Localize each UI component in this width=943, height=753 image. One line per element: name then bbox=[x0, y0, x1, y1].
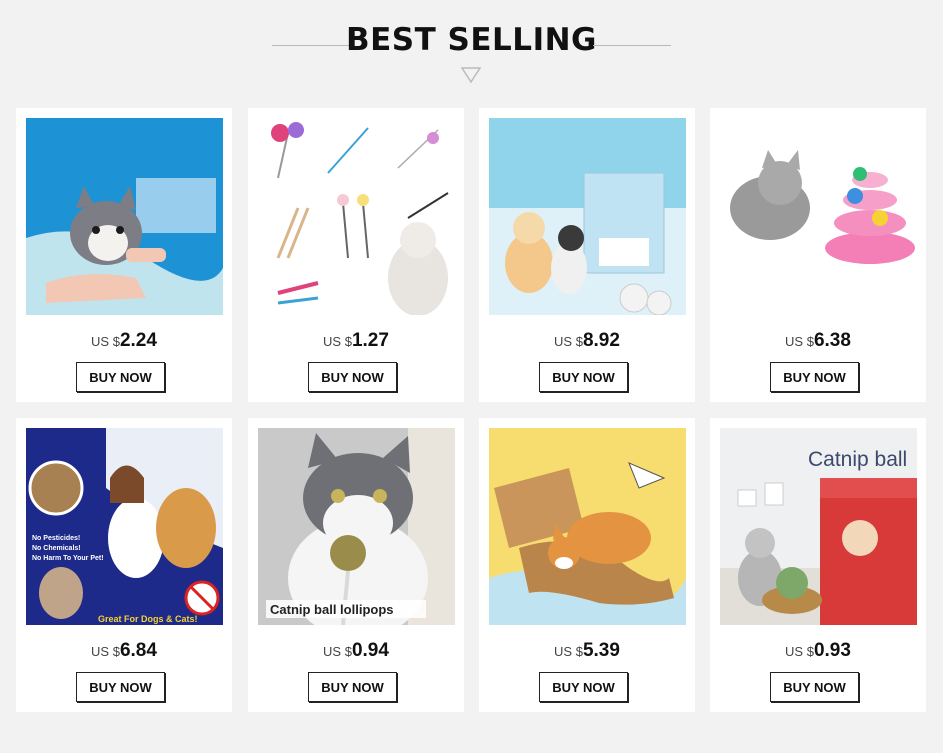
product-card[interactable]: US $6.38 BUY NOW bbox=[710, 108, 926, 402]
product-image[interactable] bbox=[489, 118, 686, 315]
product-card[interactable]: No Pesticides! No Chemicals! No Harm To … bbox=[16, 418, 232, 712]
down-arrow-icon bbox=[460, 67, 482, 84]
product-image[interactable]: Catnip ball lollipops bbox=[258, 428, 455, 625]
currency-prefix: US $ bbox=[323, 644, 352, 659]
product-image[interactable] bbox=[26, 118, 223, 315]
price-label: US $1.27 bbox=[248, 330, 464, 352]
product-card[interactable]: US $2.24 BUY NOW bbox=[16, 108, 232, 402]
product-card[interactable]: Catnip ball US $0.93 BUY NOW bbox=[710, 418, 926, 712]
currency-prefix: US $ bbox=[785, 644, 814, 659]
product-image[interactable] bbox=[258, 118, 455, 315]
price-label: US $6.38 bbox=[710, 330, 926, 352]
buy-now-button[interactable]: BUY NOW bbox=[770, 672, 859, 702]
price-value: 5.39 bbox=[582, 640, 620, 661]
price-label: US $0.94 bbox=[248, 640, 464, 662]
product-card[interactable]: US $8.92 BUY NOW bbox=[479, 108, 695, 402]
currency-prefix: US $ bbox=[554, 644, 583, 659]
image-caption: Catnip ball lollipops bbox=[270, 602, 394, 617]
price-value: 0.93 bbox=[813, 640, 851, 661]
price-label: US $2.24 bbox=[16, 330, 232, 352]
currency-prefix: US $ bbox=[323, 334, 352, 349]
currency-prefix: US $ bbox=[554, 334, 583, 349]
buy-now-button[interactable]: BUY NOW bbox=[308, 362, 397, 392]
image-caption: Great For Dogs & Cats! bbox=[98, 614, 198, 624]
header-divider-right bbox=[593, 45, 671, 46]
currency-prefix: US $ bbox=[91, 644, 120, 659]
price-label: US $0.93 bbox=[710, 640, 926, 662]
buy-now-button[interactable]: BUY NOW bbox=[76, 362, 165, 392]
price-label: US $6.84 bbox=[16, 640, 232, 662]
product-image[interactable]: Catnip ball bbox=[720, 428, 917, 625]
price-label: US $5.39 bbox=[479, 640, 695, 662]
buy-now-button[interactable]: BUY NOW bbox=[770, 362, 859, 392]
price-value: 0.94 bbox=[351, 640, 389, 661]
currency-prefix: US $ bbox=[91, 334, 120, 349]
product-image[interactable] bbox=[489, 428, 686, 625]
section-header: BEST SELLING bbox=[0, 22, 943, 92]
price-value: 6.84 bbox=[119, 640, 157, 661]
buy-now-button[interactable]: BUY NOW bbox=[539, 362, 628, 392]
buy-now-button[interactable]: BUY NOW bbox=[539, 672, 628, 702]
image-caption: No Pesticides! bbox=[32, 535, 80, 542]
price-value: 6.38 bbox=[813, 330, 851, 351]
product-image[interactable] bbox=[720, 118, 917, 315]
image-caption: No Chemicals! bbox=[32, 545, 81, 552]
image-caption: Catnip ball bbox=[808, 448, 907, 471]
currency-prefix: US $ bbox=[785, 334, 814, 349]
buy-now-button[interactable]: BUY NOW bbox=[308, 672, 397, 702]
product-card[interactable]: US $1.27 BUY NOW bbox=[248, 108, 464, 402]
product-card[interactable]: US $5.39 BUY NOW bbox=[479, 418, 695, 712]
price-value: 8.92 bbox=[582, 330, 620, 351]
price-value: 1.27 bbox=[351, 330, 389, 351]
image-caption: No Harm To Your Pet! bbox=[32, 555, 104, 562]
price-value: 2.24 bbox=[119, 330, 157, 351]
product-image[interactable]: No Pesticides! No Chemicals! No Harm To … bbox=[26, 428, 223, 625]
price-label: US $8.92 bbox=[479, 330, 695, 352]
buy-now-button[interactable]: BUY NOW bbox=[76, 672, 165, 702]
section-title: BEST SELLING bbox=[345, 22, 597, 58]
product-card[interactable]: Catnip ball lollipops US $0.94 BUY NOW bbox=[248, 418, 464, 712]
